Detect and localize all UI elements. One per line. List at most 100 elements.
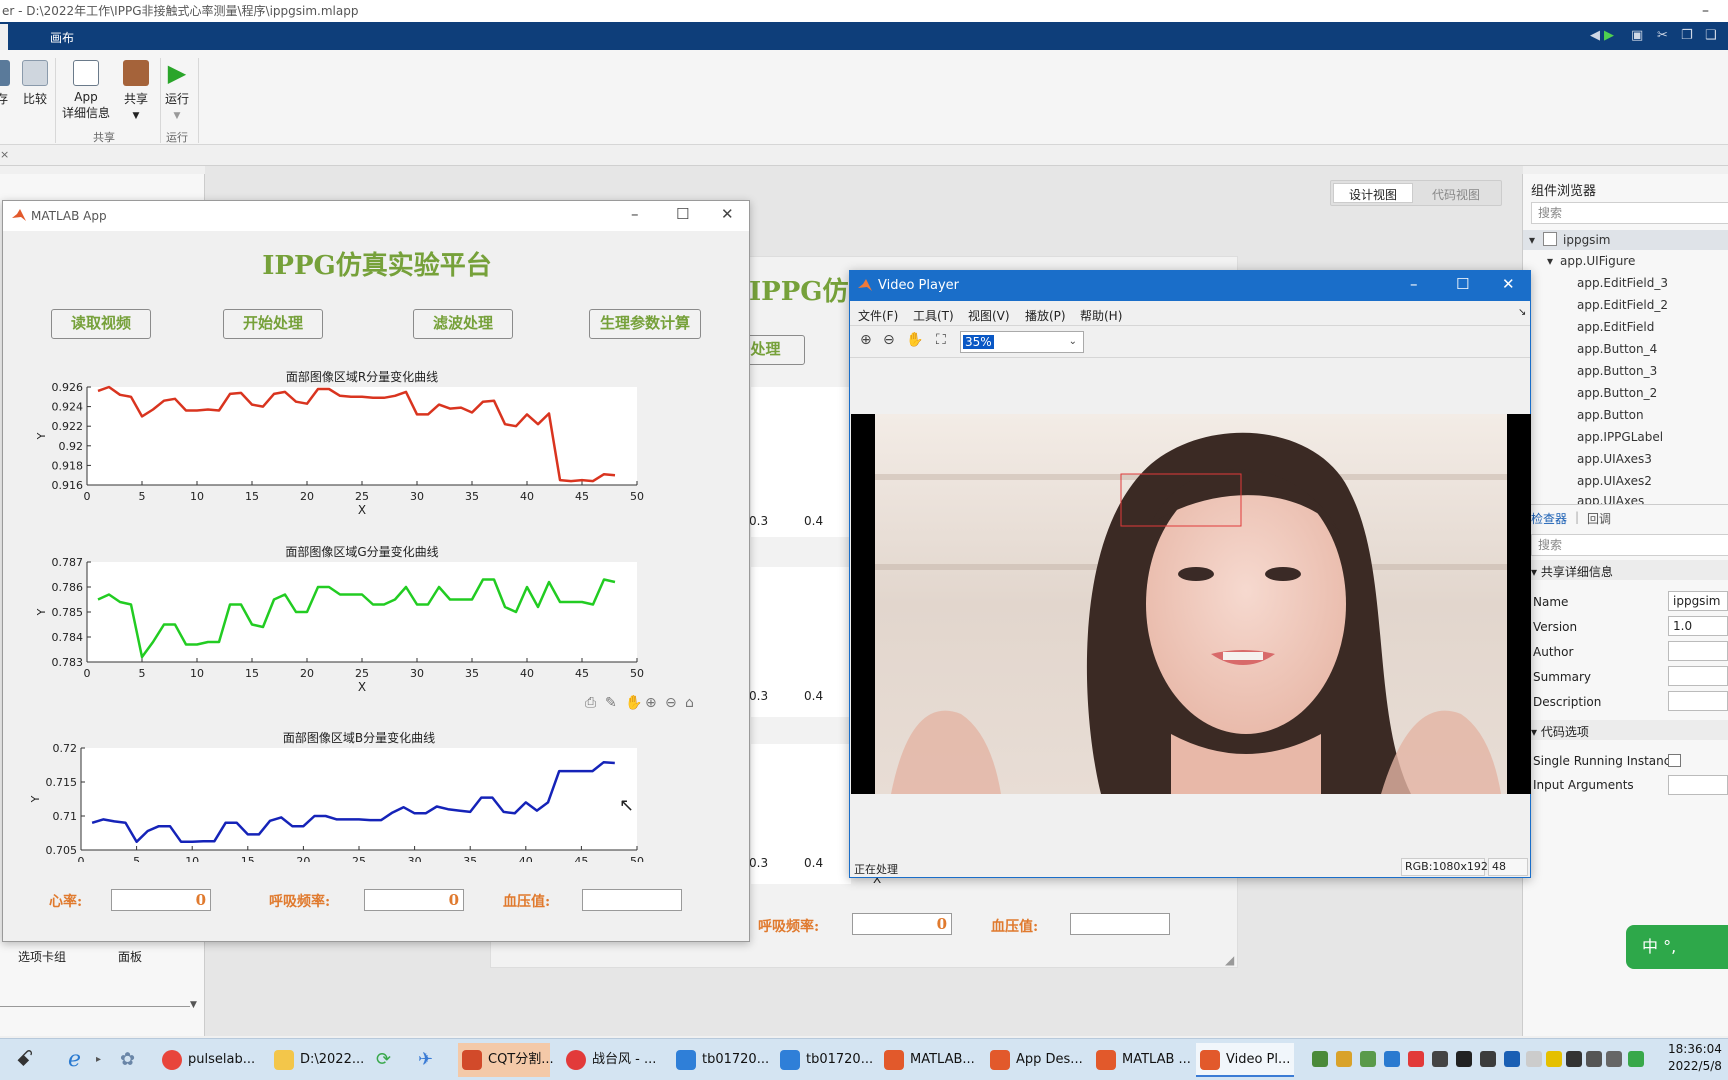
menu-help[interactable]: 帮助(H): [1080, 307, 1122, 324]
tree-item[interactable]: app.Button: [1577, 408, 1644, 422]
pan-icon[interactable]: ✋: [906, 332, 923, 348]
taskbar-cqt[interactable]: CQT分割...: [458, 1043, 554, 1077]
tray-icon[interactable]: [1628, 1051, 1644, 1067]
menu-playback[interactable]: 播放(P): [1025, 307, 1066, 324]
tree-item[interactable]: app.EditField_2: [1577, 298, 1668, 312]
tab-code-view[interactable]: 代码视图: [1432, 186, 1480, 203]
battery-icon[interactable]: [1526, 1051, 1542, 1067]
fit-to-window-icon[interactable]: ⛶: [936, 332, 946, 348]
minimize-icon[interactable]: –: [1410, 275, 1418, 293]
maximize-icon[interactable]: ☐: [676, 205, 689, 223]
blood-pressure-field[interactable]: [582, 889, 682, 911]
component-panel[interactable]: 面板: [118, 948, 142, 965]
single-running-checkbox[interactable]: [1668, 754, 1681, 767]
tree-item[interactable]: app.UIAxes2: [1577, 474, 1652, 488]
tray-icon[interactable]: [1336, 1051, 1352, 1067]
home-icon[interactable]: ⌂: [685, 695, 694, 711]
app-icon[interactable]: ✈: [414, 1043, 433, 1077]
tray-icon[interactable]: [1384, 1051, 1400, 1067]
tree-item[interactable]: app.UIAxes3: [1577, 452, 1652, 466]
clock[interactable]: 18:36:04 2022/5/8: [1668, 1041, 1722, 1075]
start-logo-icon[interactable]: ꗃ: [12, 1043, 34, 1077]
export-icon[interactable]: ⎙: [585, 695, 596, 711]
heart-rate-field[interactable]: 0: [111, 889, 211, 911]
tree-item[interactable]: app.Button_2: [1577, 386, 1657, 400]
start-processing-button[interactable]: 开始处理: [223, 309, 323, 339]
tree-item[interactable]: app.EditField: [1577, 320, 1654, 334]
tray-icon[interactable]: [1504, 1051, 1520, 1067]
ime-icon[interactable]: [1606, 1051, 1622, 1067]
taskbar-tb1[interactable]: tb01720...: [672, 1043, 769, 1077]
tree-item[interactable]: app.UIAxes: [1577, 496, 1644, 504]
dock-arrow-icon[interactable]: ↘: [1518, 307, 1526, 318]
tree-expand-icon[interactable]: ▾: [1547, 254, 1553, 268]
read-video-button[interactable]: 读取视频: [51, 309, 151, 339]
tray-icon[interactable]: [1480, 1051, 1496, 1067]
save-button[interactable]: 存: [0, 60, 12, 107]
zoom-in-icon[interactable]: ⊕: [645, 695, 657, 711]
taskbar-explorer[interactable]: D:\2022...: [270, 1043, 364, 1077]
prop-description-field[interactable]: [1668, 691, 1728, 711]
scroll-down-icon[interactable]: ▼: [190, 1000, 197, 1010]
tree-expand-icon[interactable]: ▾: [1529, 233, 1535, 247]
tab-callbacks[interactable]: 回调: [1587, 510, 1611, 527]
taskbar-tb2[interactable]: tb01720...: [776, 1043, 873, 1077]
quick-paste-icon[interactable]: ❑: [1705, 28, 1717, 43]
resize-grip-icon[interactable]: ◢: [1225, 953, 1234, 967]
app-details-button[interactable]: App 详细信息: [60, 60, 112, 121]
tray-icon[interactable]: [1546, 1051, 1562, 1067]
taskbar-chrome[interactable]: pulselab...: [158, 1043, 255, 1077]
ime-toolbar[interactable]: 中 °,: [1626, 925, 1728, 969]
taskbar-matlab1[interactable]: MATLAB...: [880, 1043, 976, 1077]
tray-icon[interactable]: [1456, 1051, 1472, 1067]
tray-icon[interactable]: [1360, 1051, 1376, 1067]
quick-copy-icon[interactable]: ❐: [1681, 28, 1693, 43]
close-icon[interactable]: ✕: [1502, 275, 1515, 293]
g-channel-axes[interactable]: 面部图像区域G分量变化曲线 0 5 10 15 20 25 30 35 40 45 50 0.783 0.…: [13, 530, 733, 692]
tree-item[interactable]: app.Button_3: [1577, 364, 1657, 378]
wifi-icon[interactable]: [1566, 1051, 1582, 1067]
tree-item[interactable]: app.Button_4: [1577, 342, 1657, 356]
quick-cut-icon[interactable]: ✂: [1657, 28, 1668, 43]
prop-author-field[interactable]: [1668, 641, 1728, 661]
tree-figure[interactable]: app.UIFigure: [1560, 254, 1635, 268]
breath-rate-field[interactable]: 0: [364, 889, 464, 911]
tray-icon[interactable]: [1408, 1051, 1424, 1067]
quick-run-icon[interactable]: ▶: [1604, 28, 1614, 43]
tab-inspector[interactable]: 检查器: [1531, 510, 1567, 527]
component-tab-group[interactable]: 选项卡组: [18, 948, 66, 965]
zoom-out-icon[interactable]: ⊖: [665, 695, 677, 711]
chevron-right-icon[interactable]: ▸: [92, 1043, 101, 1077]
section-shared-details[interactable]: ▾ 共享详细信息: [1531, 563, 1613, 580]
taskbar-matlab2[interactable]: MATLAB ...: [1092, 1043, 1191, 1077]
tab-design-view[interactable]: 设计视图: [1349, 186, 1397, 203]
prop-version-field[interactable]: 1.0: [1668, 616, 1728, 636]
zoom-in-icon[interactable]: ⊕: [860, 332, 872, 348]
taskbar-appdesigner[interactable]: App Des...: [986, 1043, 1084, 1077]
b-channel-axes[interactable]: 面部图像区域B分量变化曲线 0 5 10 15 20 25 30 35 40 45 50 0.705 0.…: [7, 694, 733, 862]
app-icon[interactable]: ✿: [116, 1043, 135, 1077]
run-button[interactable]: ▶ 运行 ▼: [162, 60, 192, 121]
input-args-field[interactable]: [1668, 775, 1728, 795]
prop-summary-field[interactable]: [1668, 666, 1728, 686]
taskbar-videoplayer[interactable]: Video Pl...: [1196, 1043, 1294, 1077]
menu-tools[interactable]: 工具(T): [913, 307, 954, 324]
share-dropdown-icon[interactable]: ▼: [133, 111, 140, 121]
pan-icon[interactable]: ✋: [625, 695, 642, 711]
tree-root[interactable]: ippgsim: [1563, 233, 1610, 247]
ribbon-tab-canvas[interactable]: 画布: [50, 29, 74, 46]
run-dropdown-icon[interactable]: ▼: [174, 111, 181, 121]
quick-access-back-icon[interactable]: ◀: [1590, 28, 1600, 43]
zoom-out-icon[interactable]: ⊖: [883, 332, 895, 348]
menu-file[interactable]: 文件(F): [858, 307, 898, 324]
tree-item[interactable]: app.EditField_3: [1577, 276, 1668, 290]
ie-icon[interactable]: ℯ: [64, 1043, 81, 1077]
prop-name-field[interactable]: ippgsim: [1668, 591, 1728, 611]
tray-icon[interactable]: [1312, 1051, 1328, 1067]
minimize-icon[interactable]: –: [631, 205, 639, 223]
brush-icon[interactable]: ✎: [605, 695, 617, 711]
design-breath-field[interactable]: 0: [852, 913, 952, 935]
close-icon[interactable]: ×: [0, 148, 9, 161]
taskbar-music[interactable]: 战台风 - ...: [562, 1043, 658, 1077]
filter-button[interactable]: 滤波处理: [413, 309, 513, 339]
